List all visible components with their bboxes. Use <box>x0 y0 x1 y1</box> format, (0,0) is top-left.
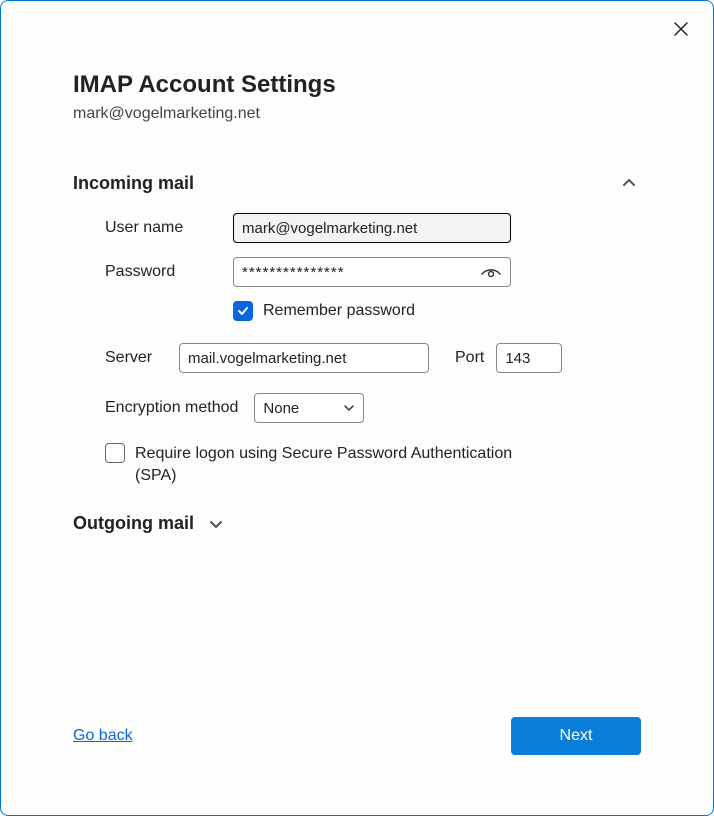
password-label: Password <box>105 263 233 281</box>
username-label: User name <box>105 219 233 237</box>
encryption-method-label: Encryption method <box>105 399 238 417</box>
eye-icon <box>481 264 501 280</box>
close-icon <box>673 21 689 37</box>
collapse-incoming-button[interactable] <box>617 171 641 195</box>
username-input[interactable] <box>233 213 511 243</box>
encryption-method-select[interactable]: None <box>254 393 364 423</box>
next-button[interactable]: Next <box>511 717 641 755</box>
password-masked-value: *************** <box>242 264 480 281</box>
account-email: mark@vogelmarketing.net <box>73 105 641 123</box>
remember-password-label: Remember password <box>263 302 415 320</box>
expand-outgoing-button[interactable] <box>204 512 228 536</box>
incoming-mail-title: Incoming mail <box>73 173 194 194</box>
server-label: Server <box>105 349 167 367</box>
encryption-method-value: None <box>263 400 343 417</box>
port-label: Port <box>455 349 484 367</box>
outgoing-mail-header[interactable]: Outgoing mail <box>73 512 641 536</box>
incoming-mail-header[interactable]: Incoming mail <box>73 171 641 195</box>
remember-password-checkbox[interactable] <box>233 301 253 321</box>
account-settings-dialog: IMAP Account Settings mark@vogelmarketin… <box>0 0 714 816</box>
chevron-down-icon <box>343 402 355 414</box>
server-input[interactable] <box>179 343 429 373</box>
password-input[interactable]: *************** <box>233 257 511 287</box>
go-back-link[interactable]: Go back <box>73 727 133 745</box>
reveal-password-button[interactable] <box>480 261 502 283</box>
chevron-down-icon <box>209 517 223 531</box>
outgoing-mail-title: Outgoing mail <box>73 513 194 534</box>
port-input[interactable] <box>496 343 562 373</box>
incoming-mail-fields: User name Password *************** Remem… <box>73 213 641 488</box>
checkmark-icon <box>236 304 250 318</box>
page-title: IMAP Account Settings <box>73 71 641 99</box>
chevron-up-icon <box>622 176 636 190</box>
spa-label: Require logon using Secure Password Auth… <box>135 443 545 488</box>
spa-checkbox[interactable] <box>105 443 125 463</box>
close-button[interactable] <box>667 15 695 43</box>
